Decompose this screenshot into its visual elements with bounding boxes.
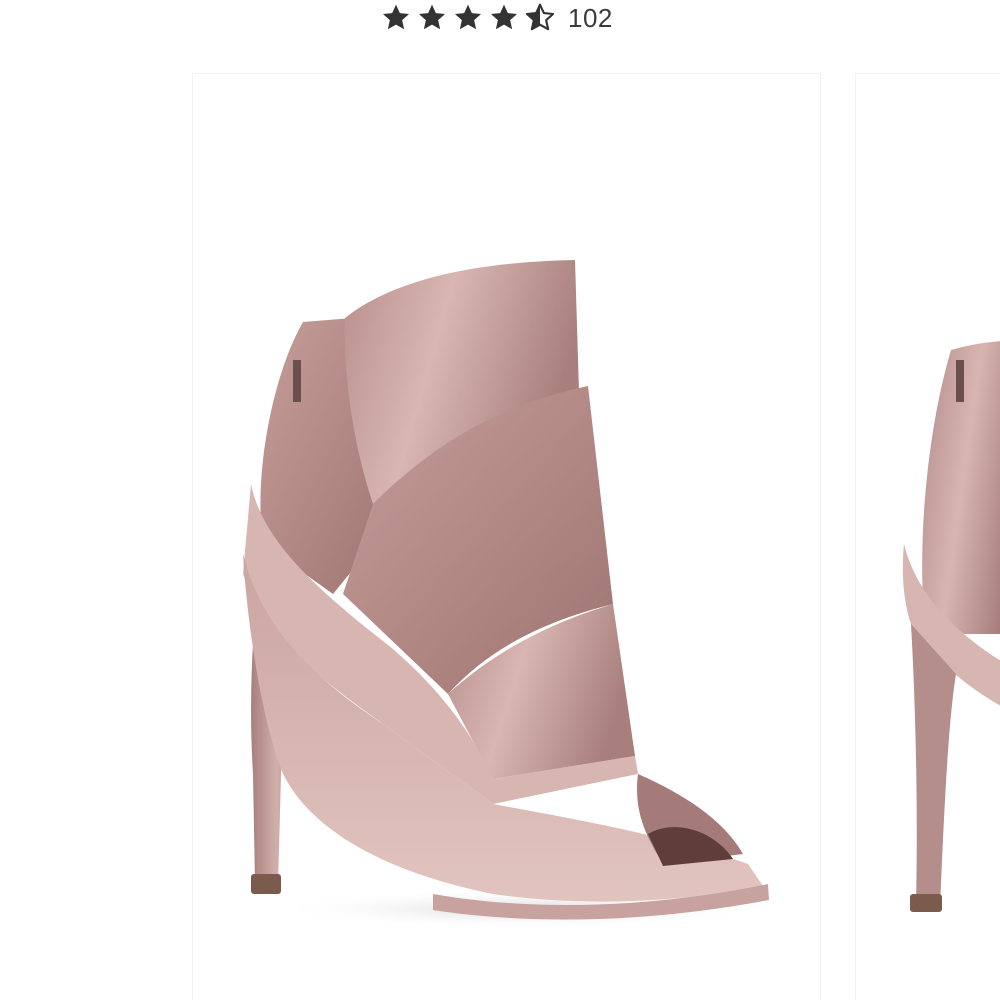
product-image-card[interactable] — [856, 74, 1000, 1000]
product-image[interactable] — [193, 74, 820, 1000]
product-image-card[interactable] — [193, 74, 820, 1000]
product-image-carousel[interactable] — [0, 0, 1000, 1000]
product-image[interactable] — [856, 74, 1000, 1000]
